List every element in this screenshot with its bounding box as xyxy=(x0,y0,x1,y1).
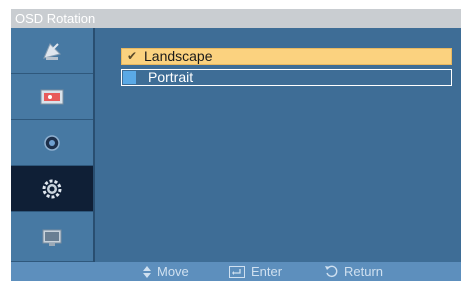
osd-window: OSD Rotation ✔ Landscape Portrait Move E… xyxy=(11,9,461,281)
hint-move: Move xyxy=(143,262,189,281)
option-landscape[interactable]: ✔ Landscape xyxy=(121,48,452,65)
setup-gear-icon xyxy=(42,179,62,198)
satellite-dish-icon xyxy=(43,42,61,60)
osd-title: OSD Rotation xyxy=(11,9,461,28)
hint-enter-label: Enter xyxy=(251,264,283,279)
return-icon xyxy=(325,265,338,278)
sidebar-item-multi-control[interactable] xyxy=(11,212,93,262)
sidebar-item-input[interactable] xyxy=(11,28,93,74)
multi-control-icon xyxy=(42,229,62,246)
up-down-arrow-icon xyxy=(143,265,151,278)
hint-return-label: Return xyxy=(344,264,384,279)
option-portrait[interactable]: Portrait xyxy=(121,69,452,86)
hint-enter: Enter xyxy=(229,262,282,281)
enter-icon xyxy=(229,265,245,278)
osd-footer: Move Enter Return xyxy=(11,262,461,281)
hint-return: Return xyxy=(325,262,383,281)
menu-panel: ✔ Landscape Portrait xyxy=(95,28,461,262)
hint-move-label: Move xyxy=(157,264,189,279)
sound-icon xyxy=(44,134,60,151)
sidebar-item-picture[interactable] xyxy=(11,74,93,120)
option-label: Landscape xyxy=(144,48,213,64)
osd-sidebar xyxy=(11,28,93,262)
option-marker xyxy=(123,71,136,84)
check-icon: ✔ xyxy=(127,49,138,63)
sidebar-item-setup[interactable] xyxy=(11,166,93,212)
option-label: Portrait xyxy=(148,69,194,85)
sidebar-item-sound[interactable] xyxy=(11,120,93,166)
picture-icon xyxy=(40,89,64,104)
